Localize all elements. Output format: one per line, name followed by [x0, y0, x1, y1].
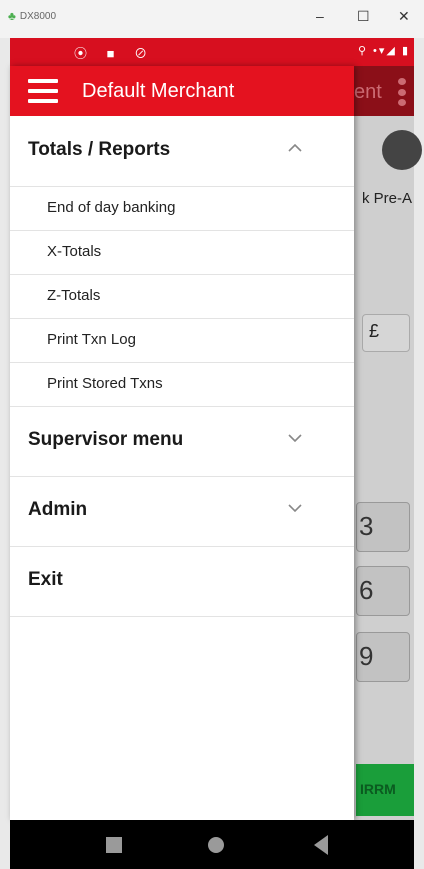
menu-group-supervisor-menu[interactable]: Supervisor menu: [10, 406, 354, 477]
chevron-down-icon: [288, 434, 302, 442]
menu-item-x-totals[interactable]: X-Totals: [10, 230, 354, 275]
app-icon: ♣: [8, 9, 16, 23]
menu-item-label: Print Stored Txns: [47, 375, 163, 392]
menu-item-z-totals[interactable]: Z-Totals: [10, 274, 354, 319]
pre-auth-label: k Pre-A: [362, 190, 413, 207]
recents-icon[interactable]: [106, 837, 122, 853]
menu-item-label: Print Txn Log: [47, 331, 136, 348]
status-bar: ⦿ ■ ⊘ ⚲ •▾◢ ▮: [10, 38, 414, 66]
home-icon[interactable]: [208, 837, 224, 853]
confirm-button[interactable]: IRRM: [356, 764, 414, 816]
menu-item-label: End of day banking: [47, 199, 176, 216]
hamburger-menu-icon[interactable]: [28, 79, 58, 103]
menu-item-end-of-day-banking[interactable]: End of day banking: [10, 186, 354, 231]
menu-item-print-txn-log[interactable]: Print Txn Log: [10, 318, 354, 363]
keypad-key-9[interactable]: 9: [356, 632, 410, 682]
android-nav-bar: [10, 820, 414, 869]
menu-item-print-stored-txns[interactable]: Print Stored Txns: [10, 362, 354, 407]
menu-group-admin[interactable]: Admin: [10, 476, 354, 547]
device-frame-left: [0, 38, 10, 869]
maximize-button[interactable]: ☐: [357, 8, 370, 24]
currency-value: £: [369, 321, 380, 341]
keypad-key-3[interactable]: 3: [356, 502, 410, 552]
chevron-up-icon: [288, 144, 302, 152]
pre-auth-icon[interactable]: [382, 130, 422, 170]
merchant-name: Default Merchant: [82, 80, 235, 102]
chevron-down-icon: [288, 504, 302, 512]
window-title: ♣ DX8000: [8, 9, 56, 23]
window-title-text: DX8000: [19, 10, 57, 22]
status-notification-icons: ⦿ ■ ⊘: [74, 46, 156, 61]
menu-group-totals-reports[interactable]: Totals / Reports: [10, 116, 354, 187]
navigation-drawer: Default Merchant Totals / Reports End of…: [10, 66, 354, 820]
close-button[interactable]: ✕: [398, 8, 410, 24]
menu-group-label: Admin: [28, 499, 88, 520]
minimize-button[interactable]: –: [316, 8, 324, 24]
menu-group-label: Totals / Reports: [28, 139, 171, 160]
app-toolbar-title: ent: [354, 81, 382, 103]
window-titlebar: ♣ DX8000 – ☐ ✕: [0, 0, 424, 39]
overflow-menu-icon[interactable]: [398, 78, 406, 106]
menu-group-label: Supervisor menu: [28, 429, 184, 450]
status-system-icons: ⚲ •▾◢ ▮: [357, 45, 410, 57]
drawer-header: Default Merchant: [10, 66, 354, 116]
keypad-key-6[interactable]: 6: [356, 566, 410, 616]
menu-item-exit[interactable]: Exit: [10, 546, 354, 617]
menu-item-label: X-Totals: [47, 243, 102, 260]
back-icon[interactable]: [314, 835, 328, 855]
menu-group-label: Exit: [28, 569, 63, 590]
menu-item-label: Z-Totals: [47, 287, 101, 304]
currency-select[interactable]: £: [362, 314, 410, 352]
